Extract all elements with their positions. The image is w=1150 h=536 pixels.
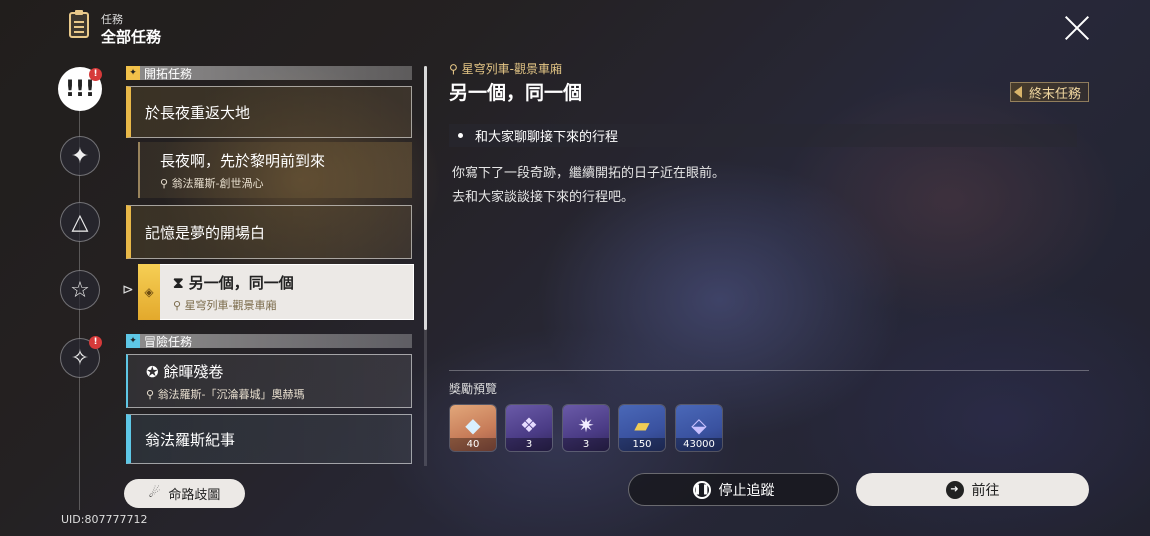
hourglass-icon: ⧗ — [173, 273, 184, 292]
bullet-icon — [458, 133, 463, 138]
page-title: 全部任務 — [101, 28, 162, 46]
rewards-label: 獎勵預覽 — [449, 382, 498, 396]
stop-tracking-label: 停止追蹤 — [718, 482, 775, 499]
section-label: 冒險任務 — [144, 334, 193, 349]
adventure-icon: ✦ — [126, 334, 140, 348]
reward-item[interactable]: ▰ 150 — [618, 404, 666, 452]
quest-title: 餘暉殘卷 — [163, 362, 224, 381]
ticket-icon: ▰ — [634, 413, 650, 437]
star-icon: ☆ — [70, 277, 90, 303]
section-header-adventure: ✦ 冒險任務 — [126, 334, 412, 349]
reward-count: 40 — [450, 438, 496, 451]
location-pin-icon: ⚲ — [173, 298, 182, 312]
notification-badge: ! — [89, 336, 102, 349]
stop-tracking-button[interactable]: ❚❚ 停止追蹤 — [628, 473, 839, 506]
location-pin-icon: ⚲ — [146, 387, 155, 401]
description-line: 你寫下了一段奇跡，繼續開拓的日子近在眼前。 — [452, 166, 726, 181]
objective-text: 和大家聊聊接下來的行程 — [475, 130, 619, 145]
quest-location: 翁法羅斯-創世渦心 — [171, 176, 264, 190]
diamond-star-icon: ✦ — [70, 143, 90, 169]
rail-tab-adventure[interactable]: ☆ — [60, 270, 100, 310]
quest-title: 於長夜重返大地 — [145, 103, 251, 122]
description-line: 去和大家談談接下來的行程吧。 — [452, 190, 635, 205]
detail-location-text: 星穹列車-觀景車廂 — [461, 62, 562, 76]
section-label: 開拓任務 — [144, 66, 193, 81]
notification-badge: ! — [89, 68, 102, 81]
quest-title: 長夜啊，先於黎明前到來 — [160, 151, 326, 170]
location-pin-icon: ⚲ — [160, 176, 169, 190]
pause-icon: ❚❚ — [692, 480, 711, 499]
rail-tab-trailblaze[interactable]: ✦ — [60, 136, 100, 176]
all-quests-icon: !!! — [64, 76, 96, 102]
path-map-label: 命路歧圖 — [168, 488, 221, 503]
quest-item[interactable]: 記憶是夢的開場白 — [126, 205, 412, 259]
quest-item[interactable]: 於長夜重返大地 — [126, 86, 412, 138]
reward-count: 43000 — [676, 438, 722, 451]
quest-item[interactable]: 翁法羅斯紀事 — [126, 414, 412, 464]
scroll-icon: ✪ — [146, 362, 159, 381]
sparkle-icon: ✧ — [70, 345, 90, 371]
credit-icon: ⬙ — [691, 413, 707, 437]
header-subtitle: 任務 — [101, 13, 123, 26]
reward-item[interactable]: ◆ 40 — [449, 404, 497, 452]
reward-item[interactable]: ✷ 3 — [562, 404, 610, 452]
quest-log-icon — [69, 10, 89, 38]
go-button[interactable]: ➜ 前往 — [856, 473, 1089, 506]
divider — [449, 370, 1089, 371]
detail-location: ⚲ 星穹列車-觀景車廂 — [449, 60, 562, 77]
quest-title: 另一個，同一個 — [188, 273, 294, 292]
section-header-trailblaze: ✦ 開拓任務 — [126, 66, 412, 81]
quest-title: 記憶是夢的開場白 — [145, 223, 266, 242]
tracked-marker-icon: ◈ — [138, 264, 160, 320]
detail-description: 你寫下了一段奇跡，繼續開拓的日子近在眼前。 去和大家談談接下來的行程吧。 — [452, 162, 725, 210]
go-label: 前往 — [971, 482, 1000, 499]
triangle-icon: △ — [71, 209, 89, 235]
quest-location: 星穹列車-觀景車廂 — [184, 298, 277, 312]
path-map-button[interactable]: ☄ 命路歧圖 — [124, 479, 245, 508]
reward-count: 3 — [563, 438, 609, 451]
selection-arrow-icon: ⊳ — [122, 282, 134, 298]
quest-subitem[interactable]: 長夜啊，先於黎明前到來 ⚲ 翁法羅斯-創世渦心 — [138, 142, 412, 198]
close-icon[interactable] — [1064, 15, 1090, 41]
reward-count: 150 — [619, 438, 665, 451]
detail-title: 另一個，同一個 — [449, 82, 583, 104]
scrollbar-thumb[interactable] — [424, 66, 427, 330]
refine-material-icon: ✷ — [577, 413, 595, 437]
path-icon: ☄ — [148, 486, 161, 501]
quest-title: 翁法羅斯紀事 — [145, 430, 236, 449]
objective-row: 和大家聊聊接下來的行程 — [449, 124, 1077, 147]
location-pin-icon: ⚲ — [449, 62, 458, 76]
reward-item[interactable]: ❖ 3 — [505, 404, 553, 452]
quest-item[interactable]: ✪ 餘暉殘卷 ⚲ 翁法羅斯-「沉淪暮城」奧赫瑪 — [126, 354, 412, 408]
reward-item[interactable]: ⬙ 43000 — [675, 404, 723, 452]
quest-type-tag: 終末任務 — [1010, 82, 1090, 102]
reward-count: 3 — [506, 438, 552, 451]
quest-location: 翁法羅斯-「沉淪暮城」奧赫瑪 — [157, 387, 305, 401]
uid-label: UID:807777712 — [61, 513, 148, 526]
quest-subitem-selected[interactable]: ⧗ 另一個，同一個 ⚲ 星穹列車-觀景車廂 — [138, 264, 414, 320]
rail-tab-companion[interactable]: △ — [60, 202, 100, 242]
exp-material-icon: ❖ — [520, 413, 538, 437]
arrow-right-icon: ➜ — [945, 480, 964, 499]
stellar-jade-icon: ◆ — [465, 413, 481, 437]
trailblaze-icon: ✦ — [126, 66, 140, 80]
